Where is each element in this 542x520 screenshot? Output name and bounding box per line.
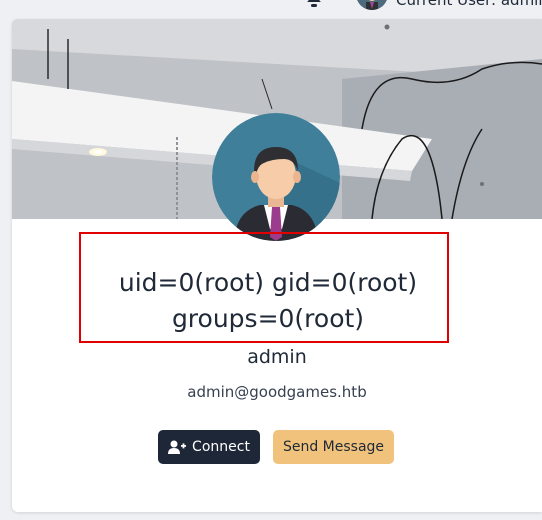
profile-display-name: uid=0(root) gid=0(root) groups=0(root) [79, 265, 449, 337]
profile-email: admin@goodgames.htb [187, 383, 367, 401]
current-user-label[interactable]: Current User: admin [396, 0, 542, 9]
display-name-line2: groups=0(root) [171, 304, 365, 333]
send-message-button[interactable]: Send Message [273, 430, 394, 464]
user-avatar[interactable] [356, 0, 388, 10]
profile-card: uid=0(root) gid=0(root) groups=0(root) a… [12, 19, 542, 512]
profile-username: admin [247, 346, 307, 368]
connect-button-label: Connect [192, 439, 250, 455]
display-name-line1: uid=0(root) gid=0(root) [118, 268, 418, 297]
send-message-label: Send Message [282, 439, 385, 455]
bell-icon[interactable] [305, 0, 323, 10]
user-plus-icon [168, 440, 187, 454]
profile-avatar [212, 113, 340, 241]
top-navbar: Current User: admin [0, 0, 542, 14]
connect-button[interactable]: Connect [158, 430, 260, 464]
